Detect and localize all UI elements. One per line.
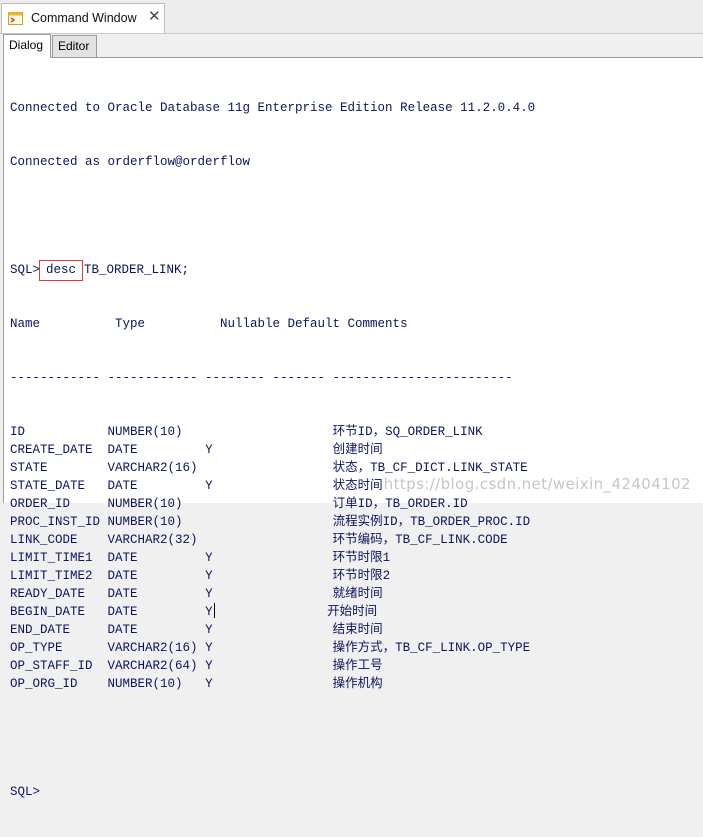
column-name-cell: END_DATE <box>10 623 71 637</box>
column-name-cell: BEGIN_DATE <box>10 605 86 619</box>
column-name-cell: OP_STAFF_ID <box>10 659 93 673</box>
column-name-cell: LINK_CODE <box>10 533 78 547</box>
command-line: SQL> desc TB_ORDER_LINK; <box>10 260 535 281</box>
column-type-cell: NUMBER(10) <box>107 425 183 439</box>
column-type-cell: VARCHAR2(16) <box>107 461 198 475</box>
column-nullable-cell: Y <box>205 659 213 673</box>
column-type-cell: VARCHAR2(64) <box>107 659 198 673</box>
column-name-cell: READY_DATE <box>10 587 86 601</box>
column-comment-cell: 环节编码，TB_CF_LINK.CODE <box>332 533 508 547</box>
watermark: https://blog.csdn.net/weixin_42404102 <box>383 475 691 493</box>
column-type-cell: DATE <box>107 623 138 637</box>
tab-command-window[interactable]: Command Window ✕ <box>1 3 165 33</box>
table-row: OP_ORG_ID NUMBER(10) Y 操作机构 <box>10 675 535 693</box>
column-comment-cell: 开始时间 <box>327 605 378 619</box>
tab-editor[interactable]: Editor <box>52 35 97 57</box>
column-type-cell: DATE <box>107 605 138 619</box>
table-row: LINK_CODE VARCHAR2(32) 环节编码，TB_CF_LINK.C… <box>10 531 535 549</box>
column-nullable-cell: Y <box>205 587 213 601</box>
final-prompt-line[interactable]: SQL> <box>10 783 535 801</box>
column-type-cell: NUMBER(10) <box>107 677 183 691</box>
table-row: OP_STAFF_ID VARCHAR2(64) Y 操作工号 <box>10 657 535 675</box>
column-nullable-cell: Y <box>205 623 213 637</box>
column-type-cell: DATE <box>107 479 138 493</box>
connect-line-1: Connected to Oracle Database 11g Enterpr… <box>10 101 536 115</box>
column-nullable-cell: Y <box>205 479 213 493</box>
column-header: Name Type Nullable Default Comments <box>10 317 408 331</box>
text-cursor <box>213 603 215 618</box>
column-type-cell: NUMBER(10) <box>107 515 183 529</box>
column-type-cell: NUMBER(10) <box>107 497 183 511</box>
column-name-cell: CREATE_DATE <box>10 443 93 457</box>
connect-line-2: Connected as orderflow@orderflow <box>10 155 251 169</box>
tab-dialog[interactable]: Dialog <box>3 34 51 58</box>
column-name-cell: LIMIT_TIME1 <box>10 551 93 565</box>
command-window-icon <box>8 12 23 25</box>
table-row: LIMIT_TIME2 DATE Y 环节时限2 <box>10 567 535 585</box>
describe-rows: ID NUMBER(10) 环节ID，SQ_ORDER_LINK CREATE_D… <box>10 423 535 693</box>
column-comment-cell: 环节时限1 <box>332 551 391 565</box>
window-tab-strip: Command Window ✕ <box>0 0 703 34</box>
column-name-cell: STATE <box>10 461 48 475</box>
sub-tab-bar: Dialog Editor <box>0 34 703 58</box>
table-row: OP_TYPE VARCHAR2(16) Y 操作方式，TB_CF_LINK.O… <box>10 639 535 657</box>
column-comment-cell: 状态，TB_CF_DICT.LINK_STATE <box>332 461 528 475</box>
column-nullable-cell: Y <box>205 641 213 655</box>
column-name-cell: ID <box>10 425 26 439</box>
column-type-cell: VARCHAR2(32) <box>107 533 198 547</box>
column-name-cell: OP_ORG_ID <box>10 677 78 691</box>
column-comment-cell: 流程实例ID，TB_ORDER_PROC.ID <box>332 515 531 529</box>
column-type-cell: DATE <box>107 587 138 601</box>
column-nullable-cell: Y <box>205 569 213 583</box>
column-comment-cell: 环节时限2 <box>332 569 391 583</box>
column-separator: ------------ ------------ -------- -----… <box>10 371 513 385</box>
column-type-cell: DATE <box>107 443 138 457</box>
column-comment-cell: 结束时间 <box>332 623 383 637</box>
column-comment-cell: 订单ID，TB_ORDER.ID <box>332 497 468 511</box>
column-comment-cell: 操作工号 <box>332 659 383 673</box>
table-row: BEGIN_DATE DATE Y 开始时间 <box>10 603 535 621</box>
column-type-cell: DATE <box>107 551 138 565</box>
column-comment-cell: 就绪时间 <box>332 587 383 601</box>
column-name-cell: STATE_DATE <box>10 479 86 493</box>
table-row: ID NUMBER(10) 环节ID，SQ_ORDER_LINK <box>10 423 535 441</box>
close-icon[interactable]: ✕ <box>148 8 161 26</box>
column-nullable-cell: Y <box>205 677 213 691</box>
table-row: ORDER_ID NUMBER(10) 订单ID，TB_ORDER.ID <box>10 495 535 513</box>
table-row: LIMIT_TIME1 DATE Y 环节时限1 <box>10 549 535 567</box>
column-comment-cell: 操作机构 <box>332 677 383 691</box>
table-row: PROC_INST_ID NUMBER(10) 流程实例ID，TB_ORDER_… <box>10 513 535 531</box>
column-name-cell: OP_TYPE <box>10 641 63 655</box>
command-text: TB_ORDER_LINK; <box>84 263 190 277</box>
column-nullable-cell: Y <box>205 443 213 457</box>
column-comment-cell: 操作方式，TB_CF_LINK.OP_TYPE <box>332 641 531 655</box>
column-name-cell: ORDER_ID <box>10 497 71 511</box>
column-comment-cell: 环节ID，SQ_ORDER_LINK <box>332 425 483 439</box>
command-output-panel[interactable]: Connected to Oracle Database 11g Enterpr… <box>3 57 703 799</box>
column-name-cell: LIMIT_TIME2 <box>10 569 93 583</box>
desc-keyword-highlight: desc <box>39 260 84 281</box>
table-row: CREATE_DATE DATE Y 创建时间 <box>10 441 535 459</box>
table-row: READY_DATE DATE Y 就绪时间 <box>10 585 535 603</box>
column-comment-cell: 创建时间 <box>332 443 383 457</box>
column-nullable-cell: Y <box>205 551 213 565</box>
column-type-cell: DATE <box>107 569 138 583</box>
tab-title: Command Window <box>31 11 137 25</box>
column-type-cell: VARCHAR2(16) <box>107 641 198 655</box>
column-nullable-cell: Y <box>205 605 213 619</box>
sql-prompt: SQL> <box>10 263 41 277</box>
table-row: END_DATE DATE Y 结束时间 <box>10 621 535 639</box>
column-name-cell: PROC_INST_ID <box>10 515 101 529</box>
sql-prompt: SQL> <box>10 785 41 799</box>
column-comment-cell: 状态时间 <box>332 479 383 493</box>
console-output[interactable]: Connected to Oracle Database 11g Enterpr… <box>10 63 535 837</box>
